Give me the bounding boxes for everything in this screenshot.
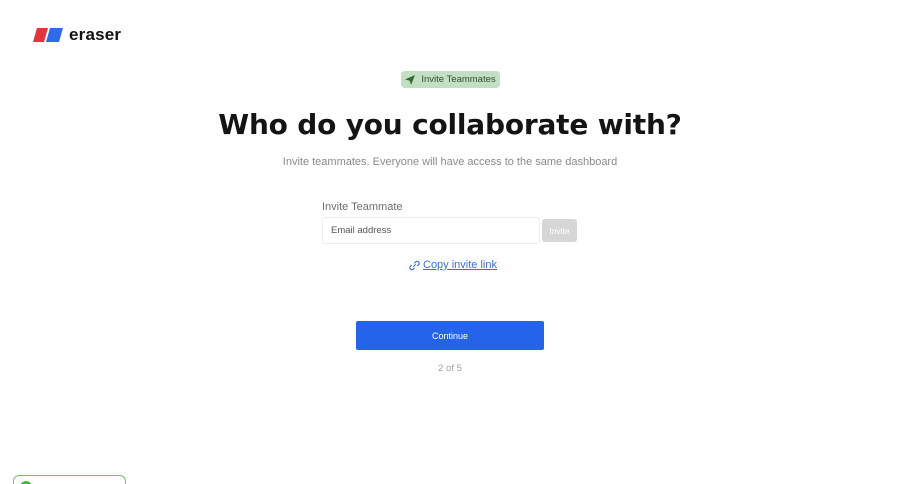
eraser-logo[interactable]: eraser bbox=[33, 26, 121, 44]
email-field-wrapper bbox=[322, 217, 540, 244]
paper-plane-icon bbox=[405, 74, 416, 85]
link-icon bbox=[409, 260, 420, 270]
continue-button[interactable]: Continue bbox=[356, 321, 544, 350]
invite-button[interactable]: Invite bbox=[542, 219, 577, 242]
invite-teammates-badge: Invite Teammates bbox=[401, 71, 500, 88]
eraser-logo-mark-icon bbox=[33, 28, 63, 42]
status-widget[interactable] bbox=[13, 475, 126, 484]
email-field[interactable] bbox=[323, 218, 539, 243]
step-indicator: 2 of 5 bbox=[438, 363, 462, 374]
copy-invite-link-label: Copy invite link bbox=[423, 259, 497, 271]
badge-label: Invite Teammates bbox=[421, 74, 496, 85]
page-subtitle: Invite teammates. Everyone will have acc… bbox=[282, 156, 618, 168]
logo-text: eraser bbox=[69, 25, 122, 44]
onboarding-page: eraser Invite Teammates Who do you colla… bbox=[0, 0, 900, 484]
invite-teammate-label: Invite Teammate bbox=[322, 201, 403, 213]
page-title: Who do you collaborate with? bbox=[218, 108, 682, 141]
copy-invite-link[interactable]: Copy invite link bbox=[409, 259, 497, 271]
